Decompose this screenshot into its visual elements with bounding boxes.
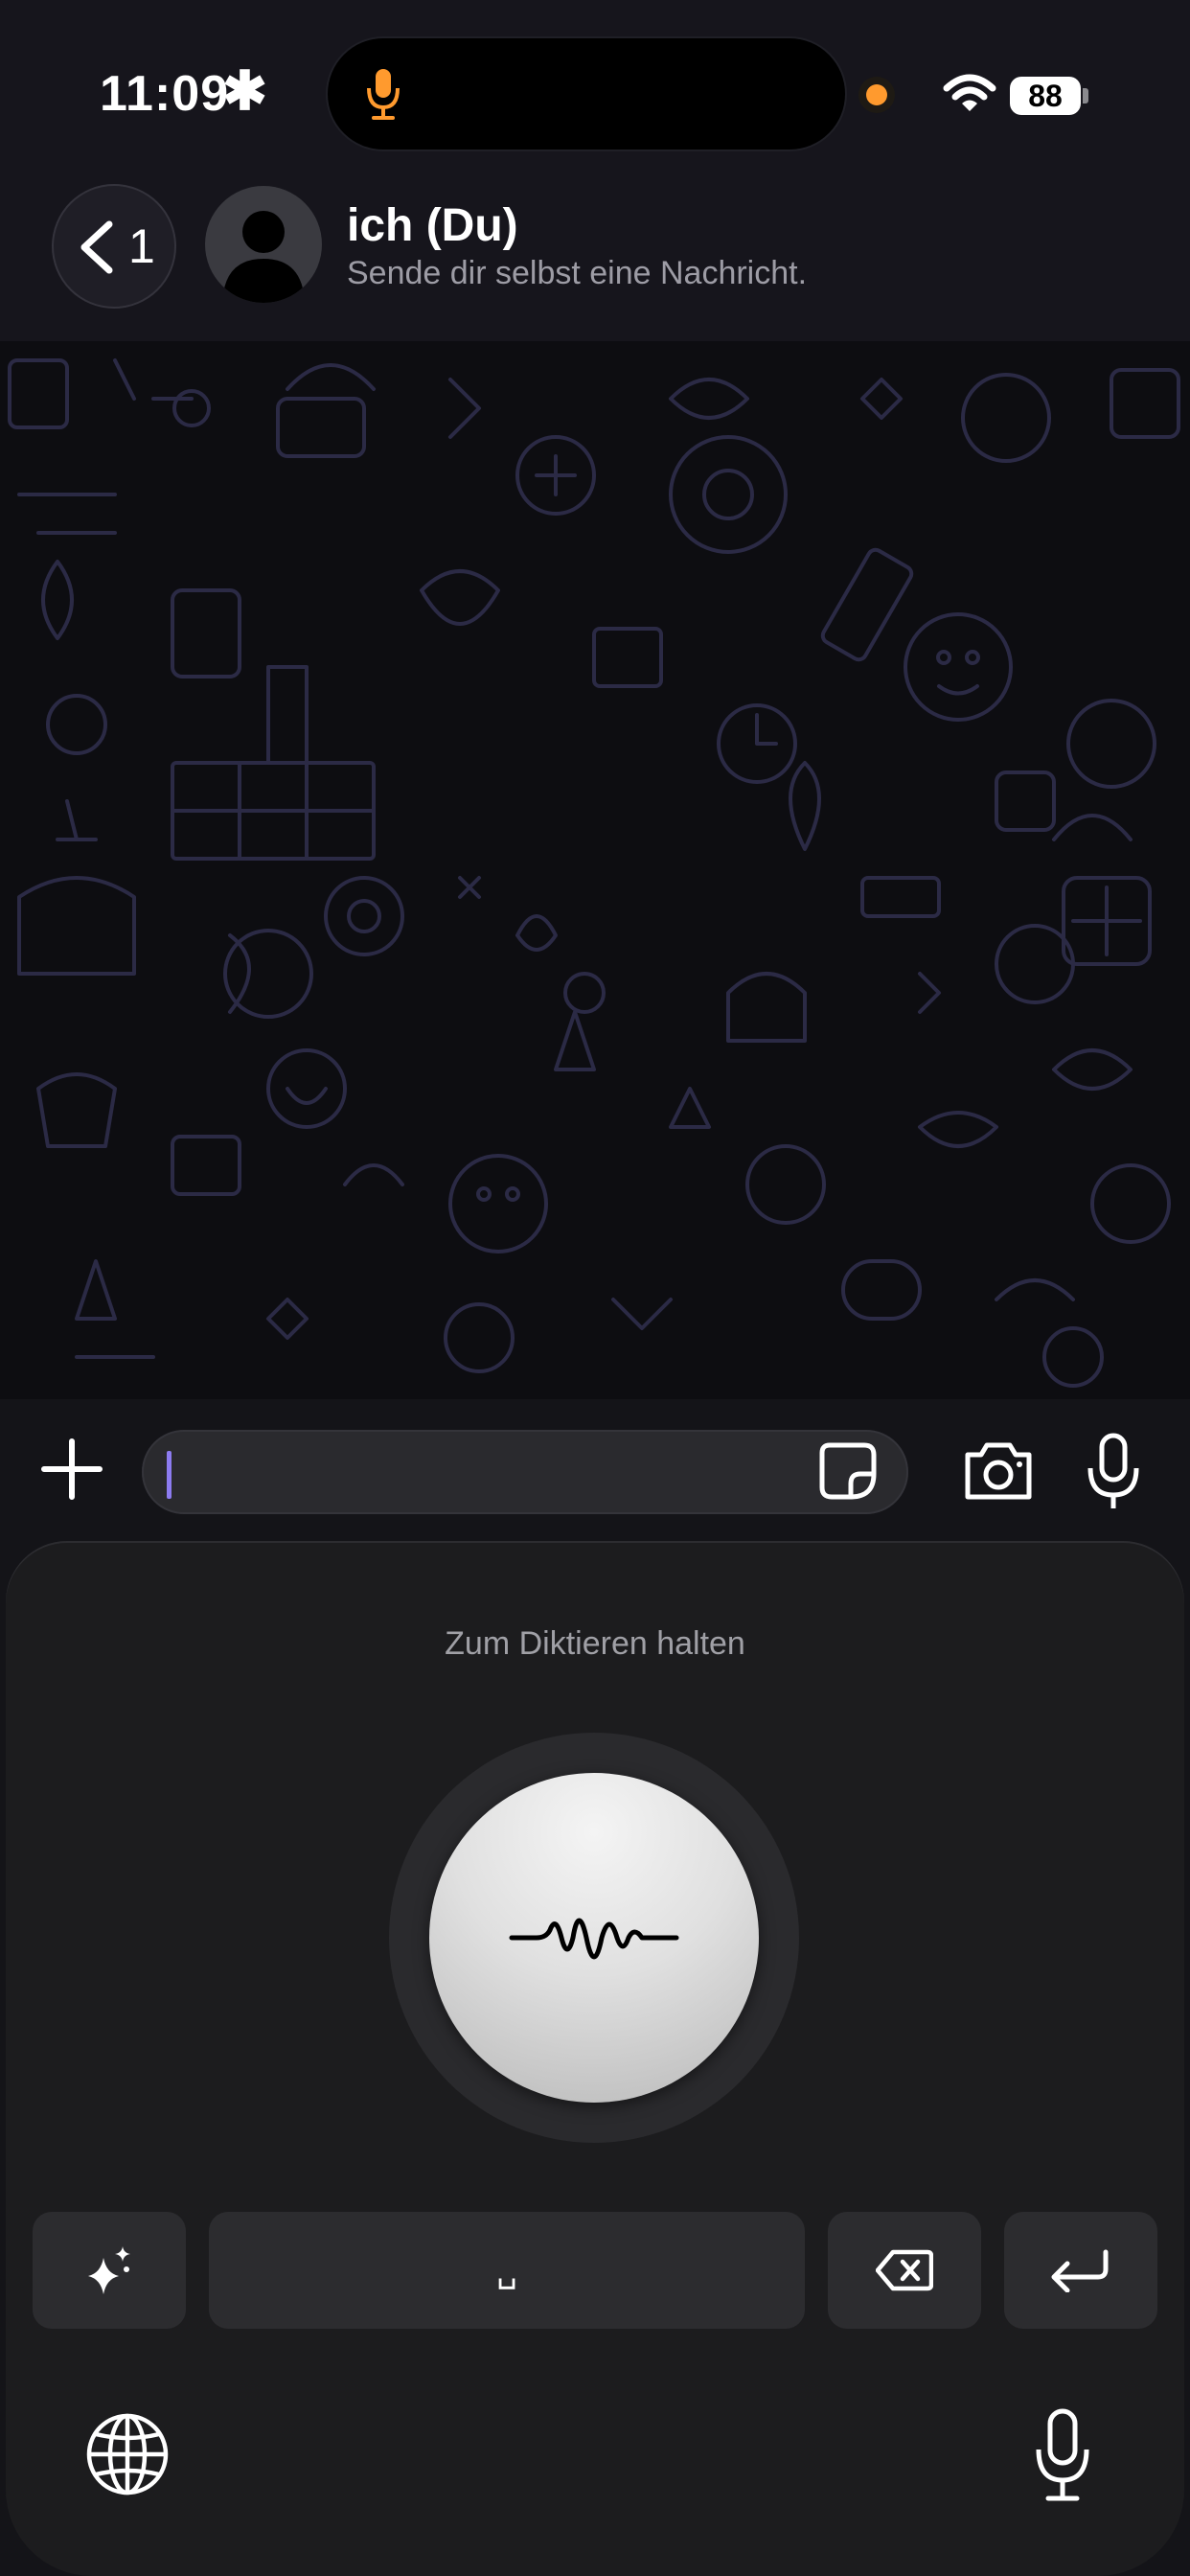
chat-subtitle: Sende dir selbst eine Nachricht. bbox=[347, 255, 808, 291]
ai-sparkle-key[interactable] bbox=[33, 2212, 186, 2329]
battery-indicator: 88 bbox=[1010, 77, 1081, 115]
status-time-glyph: ✱ bbox=[222, 60, 267, 121]
recording-indicator bbox=[866, 84, 887, 105]
dictation-hint: Zum Diktieren halten bbox=[445, 1625, 745, 1662]
waveform-icon bbox=[509, 1918, 679, 1960]
status-time: 11:09 bbox=[100, 66, 230, 122]
sparkles-icon bbox=[88, 2246, 130, 2294]
back-unread-count: 1 bbox=[128, 219, 155, 273]
dynamic-island bbox=[328, 38, 845, 150]
return-key[interactable] bbox=[1004, 2212, 1157, 2329]
sticker-icon[interactable] bbox=[818, 1441, 878, 1501]
chat-title[interactable]: ich (Du) bbox=[347, 199, 518, 252]
plus-icon[interactable] bbox=[38, 1436, 105, 1503]
delete-key[interactable] bbox=[828, 2212, 981, 2329]
camera-icon[interactable] bbox=[962, 1438, 1035, 1503]
message-input[interactable] bbox=[142, 1430, 908, 1514]
delete-icon bbox=[876, 2249, 933, 2291]
island-microphone-icon bbox=[367, 69, 400, 120]
text-cursor bbox=[167, 1451, 172, 1499]
person-icon bbox=[222, 211, 305, 303]
keyboard-microphone-icon[interactable] bbox=[1033, 2407, 1092, 2503]
chat-background bbox=[0, 341, 1190, 1399]
return-icon bbox=[1051, 2249, 1109, 2292]
avatar[interactable] bbox=[205, 186, 322, 303]
microphone-icon[interactable] bbox=[1083, 1432, 1144, 1512]
space-key-label: ␣ bbox=[496, 2253, 517, 2289]
globe-icon[interactable] bbox=[84, 2411, 171, 2497]
chevron-left-icon bbox=[80, 220, 113, 274]
wifi-icon bbox=[943, 74, 996, 111]
battery-cap bbox=[1083, 88, 1088, 104]
space-key[interactable]: ␣ bbox=[209, 2212, 805, 2329]
doodle-wallpaper bbox=[8, 358, 1180, 1388]
